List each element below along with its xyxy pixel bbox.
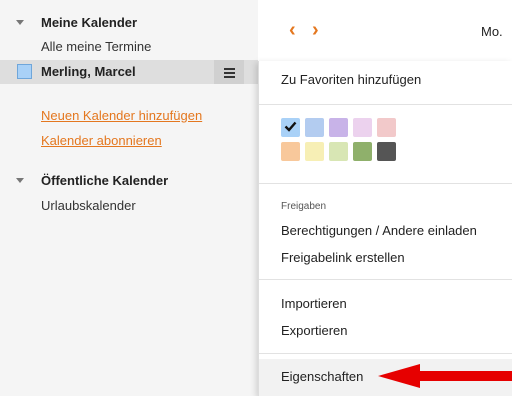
chevron-right-icon[interactable]: ›: [312, 20, 319, 40]
my-calendars-header[interactable]: Meine Kalender: [0, 12, 258, 32]
calendar-color-swatch: [17, 64, 32, 79]
export-item[interactable]: Exportieren: [281, 323, 347, 338]
menu-divider: [259, 183, 512, 184]
public-calendars-header[interactable]: Öffentliche Kalender: [0, 170, 258, 190]
day-label: Mo.: [481, 24, 503, 39]
menu-divider: [259, 353, 512, 354]
hamburger-icon: [223, 67, 235, 78]
calendar-sidebar: Meine Kalender Alle meine Termine Merlin…: [0, 0, 258, 396]
menu-divider: [259, 104, 512, 105]
red-arrow-annotation-icon: [378, 364, 512, 388]
caret-down-icon[interactable]: [16, 20, 24, 25]
checkmark-icon: [284, 121, 297, 132]
create-share-link-item[interactable]: Freigabelink erstellen: [281, 250, 405, 265]
permissions-item[interactable]: Berechtigungen / Andere einladen: [281, 223, 477, 238]
import-item[interactable]: Importieren: [281, 296, 347, 311]
caret-down-icon[interactable]: [16, 178, 24, 183]
chevron-left-icon[interactable]: ‹: [289, 20, 296, 40]
add-favorite-item[interactable]: Zu Favoriten hinzufügen: [281, 72, 421, 87]
color-swatch[interactable]: [281, 142, 300, 161]
vacation-calendar-item[interactable]: Urlaubskalender: [41, 198, 136, 213]
color-swatch[interactable]: [305, 118, 324, 137]
calendar-menu-button[interactable]: [214, 60, 244, 84]
color-swatch[interactable]: [353, 118, 372, 137]
color-swatch[interactable]: [281, 118, 300, 137]
color-swatch[interactable]: [377, 142, 396, 161]
add-calendar-link[interactable]: Neuen Kalender hinzufügen: [41, 108, 202, 123]
calendar-context-menu: Zu Favoriten hinzufügen Freigaben Berech…: [258, 61, 512, 396]
color-swatch[interactable]: [305, 142, 324, 161]
all-appointments-item[interactable]: Alle meine Termine: [41, 39, 151, 54]
subscribe-calendar-link[interactable]: Kalender abonnieren: [41, 133, 162, 148]
color-swatch[interactable]: [377, 118, 396, 137]
sharing-section-label: Freigaben: [281, 201, 327, 212]
calendar-row-merling[interactable]: Merling, Marcel: [0, 60, 258, 84]
color-swatch[interactable]: [329, 142, 348, 161]
my-calendars-label: Meine Kalender: [41, 14, 138, 30]
menu-divider: [259, 279, 512, 280]
color-swatch[interactable]: [329, 118, 348, 137]
color-swatch[interactable]: [353, 142, 372, 161]
public-calendars-label: Öffentliche Kalender: [41, 172, 169, 188]
properties-item[interactable]: Eigenschaften: [281, 369, 363, 384]
calendar-name: Merling, Marcel: [41, 64, 136, 79]
